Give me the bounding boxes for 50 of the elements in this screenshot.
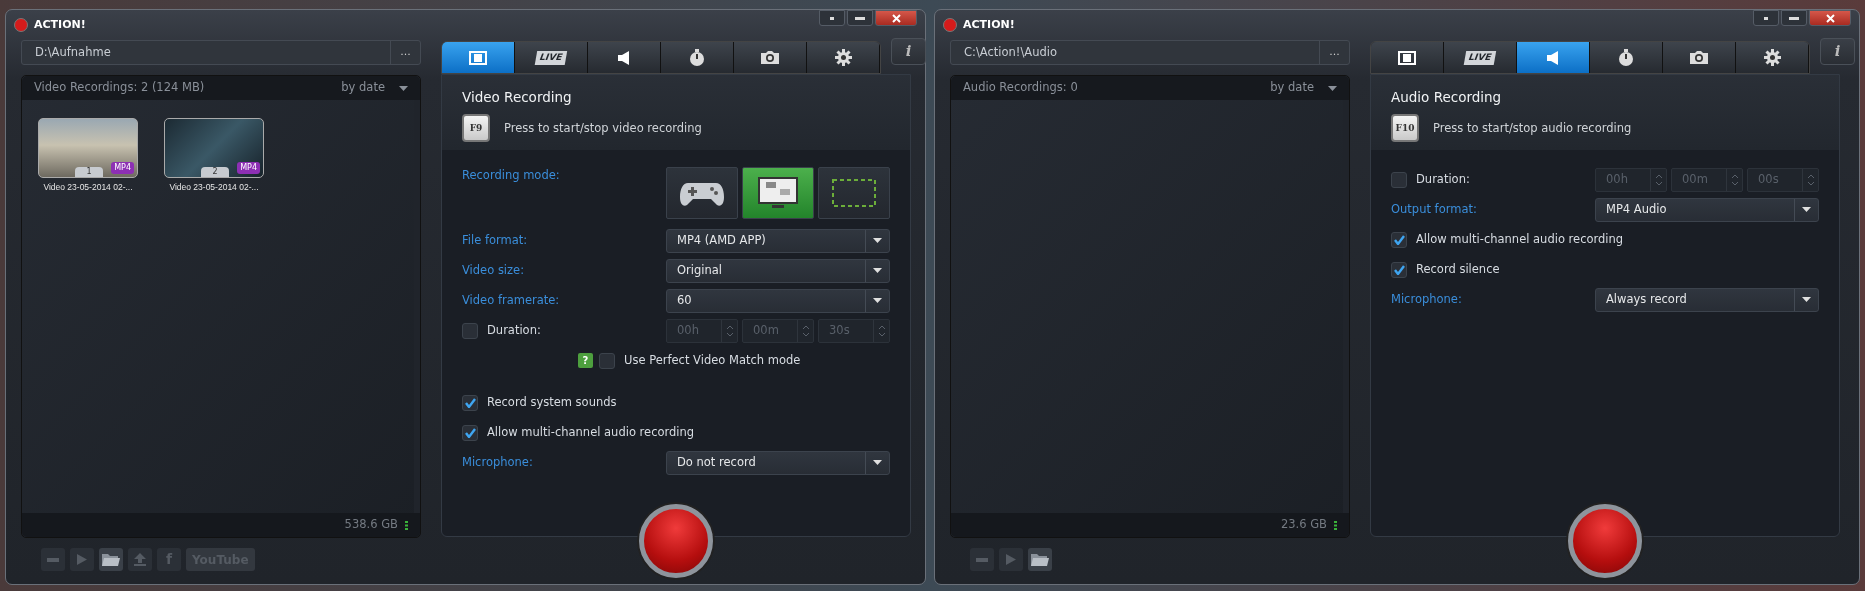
folder-path-field[interactable]: C:\Action!\Audio ... xyxy=(950,40,1350,65)
checkbox-label: Record silence xyxy=(1416,261,1500,279)
live-tab[interactable]: LIVE xyxy=(515,42,588,73)
setting-label: File format: xyxy=(462,232,529,250)
sort-dropdown[interactable]: by date xyxy=(1270,79,1337,97)
info-button[interactable]: i xyxy=(891,38,926,65)
sort-dropdown[interactable]: by date xyxy=(341,79,408,97)
free-space-label: 538.6 GB xyxy=(344,516,398,534)
section-title: Video Recording xyxy=(462,88,573,107)
setting-label: Video framerate: xyxy=(462,292,561,310)
live-tab[interactable]: LIVE xyxy=(1444,42,1517,73)
video-caption: Video 23-05-2014 02-... xyxy=(169,181,259,194)
window-title: ACTION! xyxy=(963,16,1015,33)
dropdown[interactable]: 60 xyxy=(666,288,890,313)
checkbox-label: Record system sounds xyxy=(487,394,617,412)
thumbnail-number: 2 xyxy=(201,167,229,177)
free-space-label: 23.6 GB xyxy=(1280,516,1327,534)
hotkey-hint: Press to start/stop video recording xyxy=(504,119,702,137)
browse-button[interactable]: ... xyxy=(1319,41,1349,64)
info-button[interactable]: i xyxy=(1820,38,1855,65)
video-thumbnail[interactable]: 1 MP4 xyxy=(38,118,138,178)
folder-path-field[interactable]: D:\Aufnahme ... xyxy=(21,40,421,65)
dropdown[interactable]: Original xyxy=(666,258,890,283)
recordings-count: Audio Recordings: 0 xyxy=(963,79,1078,97)
dropdown[interactable]: MP4 (AMD APP) xyxy=(666,228,890,253)
checkbox-label: Use Perfect Video Match mode xyxy=(624,352,801,370)
video-thumbnail[interactable]: 2 MP4 xyxy=(164,118,264,178)
checkbox-label: Allow multi-channel audio recording xyxy=(1416,231,1624,249)
thumbnail-number: 1 xyxy=(75,167,103,177)
setting-label: Recording mode: xyxy=(462,167,561,185)
setting-label: Microphone: xyxy=(462,454,534,472)
dropdown[interactable]: Always record xyxy=(1595,287,1819,312)
checkbox-label: Duration: xyxy=(1416,171,1470,189)
hotkey-key: F10 xyxy=(1391,114,1419,143)
section-title: Audio Recording xyxy=(1391,88,1503,107)
checkbox-label: Duration: xyxy=(487,322,541,340)
dropdown[interactable]: Do not record xyxy=(666,450,890,475)
checkbox-label: Allow multi-channel audio recording xyxy=(487,424,695,442)
dropdown[interactable]: MP4 Audio xyxy=(1595,197,1819,222)
video-caption: Video 23-05-2014 02-... xyxy=(43,181,133,194)
recordings-count: Video Recordings: 2 (124 MB) xyxy=(34,79,205,97)
hotkey-key: F9 xyxy=(462,114,490,143)
window-title: ACTION! xyxy=(34,16,86,33)
setting-label: Video size: xyxy=(462,262,526,280)
setting-label: Microphone: xyxy=(1391,291,1463,309)
setting-label: Output format: xyxy=(1391,201,1478,219)
hotkey-hint: Press to start/stop audio recording xyxy=(1433,119,1632,137)
format-badge: MP4 xyxy=(111,162,134,174)
format-badge: MP4 xyxy=(237,162,260,174)
browse-button[interactable]: ... xyxy=(390,41,420,64)
